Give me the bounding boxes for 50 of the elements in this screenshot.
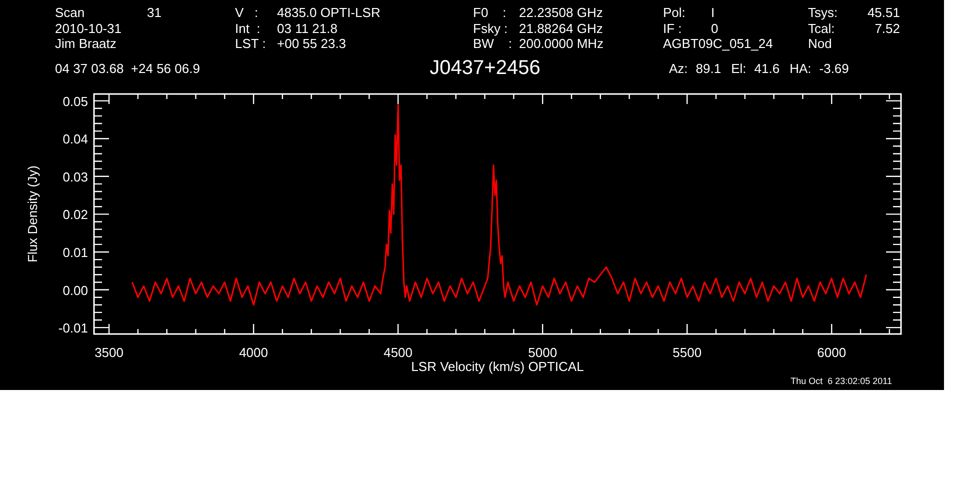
header-value: 03 11 21.8 (277, 20, 338, 36)
header-value: 21.88264 GHz (519, 20, 603, 36)
header-label: BW : (473, 36, 513, 52)
y-axis-title: Flux Density (Jy) (25, 165, 40, 262)
y-tick-label: -0.01 (58, 320, 88, 336)
source-coordinates: 04 37 03.68 +24 56 06.9 (55, 61, 201, 76)
header-label: 2010-10-31 (55, 20, 122, 36)
header-value: 0 (711, 20, 718, 36)
header-label: LST : (235, 36, 267, 52)
y-tick-label: 0.03 (62, 168, 88, 184)
y-tick-label: 0.01 (62, 244, 88, 260)
header-value: 7.52 (874, 20, 900, 36)
pointing-value: 41.6 (754, 61, 780, 76)
x-tick-label: 5500 (672, 344, 702, 360)
header-label: Fsky : (473, 20, 509, 36)
y-tick-label: 0.00 (62, 282, 88, 298)
timestamp: Thu Oct 6 23:02:05 2011 (790, 376, 892, 386)
header-value: 22.23508 GHz (519, 5, 603, 20)
pointing-value: -3.69 (819, 61, 849, 76)
header-label: Pol: (663, 5, 686, 20)
pointing-label: Az: (669, 61, 688, 76)
x-tick-label: 5000 (528, 344, 558, 360)
header-label: Scan (55, 5, 86, 20)
header-value: I (711, 5, 715, 20)
header-label: Int : (235, 20, 262, 36)
pointing-value: 89.1 (696, 61, 722, 76)
x-tick-label: 4000 (239, 344, 268, 360)
header-value: 45.51 (866, 5, 900, 20)
header-label: Tcal: (808, 20, 836, 36)
header-label: V : (235, 5, 260, 20)
header-label: F0 : (473, 5, 508, 20)
x-axis-title: LSR Velocity (km/s) OPTICAL (411, 358, 584, 374)
y-tick-label: 0.04 (62, 131, 88, 146)
header-label: AGBT09C_051_24 (663, 36, 773, 52)
x-tick-label: 4500 (384, 344, 413, 360)
x-tick-label: 6000 (817, 344, 846, 360)
pointing-label: HA: (790, 61, 812, 76)
header-value: 200.0000 MHz (519, 36, 604, 52)
header-label: Jim Braatz (55, 36, 118, 52)
y-tick-label: 0.02 (62, 206, 88, 222)
header-label: Tsys: (808, 5, 839, 20)
source-name: J0437+2456 (428, 57, 542, 80)
pointing-label: El: (731, 61, 746, 76)
y-tick-label: 0.05 (62, 93, 88, 108)
header-value: 4835.0 OPTI-LSR (277, 5, 380, 20)
header-value: 31 (147, 5, 162, 20)
header-label: IF : (663, 20, 683, 36)
header-label: Nod (808, 36, 833, 52)
header-value: +00 55 23.3 (277, 36, 346, 52)
x-tick-label: 3500 (94, 344, 124, 360)
